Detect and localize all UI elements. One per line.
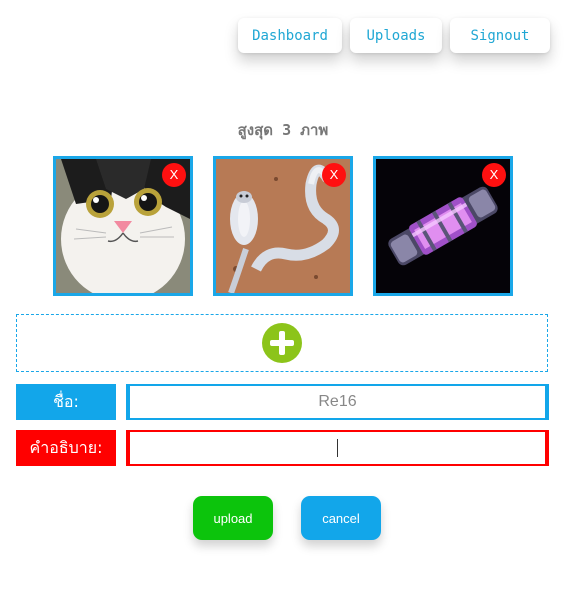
thumbnail-capsule: X [373,156,513,296]
description-row: คำอธิบาย: [16,430,116,466]
remove-image-button[interactable]: X [322,163,346,187]
top-nav: Dashboard Uploads Signout [238,18,550,53]
name-input[interactable]: Re16 [126,384,549,420]
add-image-dropzone[interactable] [16,314,548,372]
nav-signout-button[interactable]: Signout [450,18,550,53]
plus-circle-icon [262,323,302,363]
remove-image-button[interactable]: X [162,163,186,187]
cancel-button[interactable]: cancel [301,496,381,540]
name-row: ชื่อ: [16,384,116,420]
description-input[interactable] [126,430,549,466]
remove-image-button[interactable]: X [482,163,506,187]
nav-uploads-button[interactable]: Uploads [350,18,442,53]
max-images-label: สูงสุด 3 ภาพ [237,121,329,139]
upload-button[interactable]: upload [193,496,273,540]
thumbnail-cobra: X [213,156,353,296]
thumbnail-list: X X X [53,156,513,296]
thumbnail-cat: X [53,156,193,296]
text-caret [337,439,338,457]
description-label: คำอธิบาย: [16,430,116,466]
nav-dashboard-button[interactable]: Dashboard [238,18,342,53]
name-label: ชื่อ: [16,384,116,420]
